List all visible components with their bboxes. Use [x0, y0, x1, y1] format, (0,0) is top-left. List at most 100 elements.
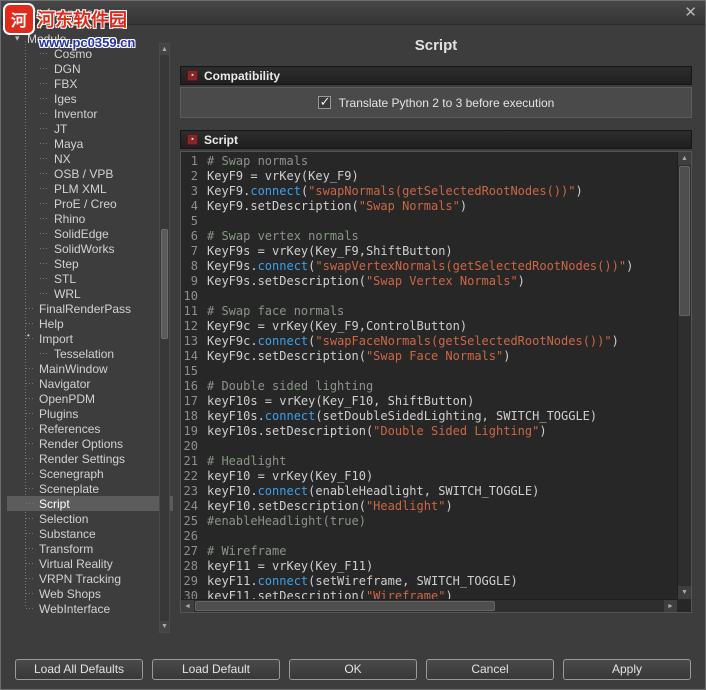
code-line[interactable]: 28 keyF11 = vrKey(Key_F11): [181, 559, 677, 574]
sidebar-item-navigator[interactable]: Navigator: [7, 376, 173, 391]
code-line[interactable]: 9 KeyF9s.setDescription("Swap Vertex Norm…: [181, 274, 677, 289]
code-line[interactable]: 29 keyF11.connect(setWireframe, SWITCH_TO…: [181, 574, 677, 589]
cancel-button[interactable]: Cancel: [426, 658, 554, 680]
code-line[interactable]: 20: [181, 439, 677, 454]
sidebar-item-rhino[interactable]: Rhino: [7, 211, 173, 226]
editor-horizontal-scrollbar[interactable]: ◄ ►: [181, 599, 677, 612]
section-marker-icon: ▪: [187, 134, 198, 145]
code-line[interactable]: 18 keyF10s.connect(setDoubleSidedLighting…: [181, 409, 677, 424]
sidebar-item-finalrenderpass[interactable]: FinalRenderPass: [7, 301, 173, 316]
code-line[interactable]: 11 # Swap face normals: [181, 304, 677, 319]
code-lines[interactable]: 1 # Swap normals 2 KeyF9 = vrKey(Key_F9) 3 Ke…: [181, 152, 677, 612]
sidebar-item-render-settings[interactable]: Render Settings: [7, 451, 173, 466]
code-line[interactable]: 23 keyF10.connect(enableHeadlight, SWITCH…: [181, 484, 677, 499]
sidebar-item-sceneplate[interactable]: Sceneplate: [7, 481, 173, 496]
sidebar-item-scenegraph[interactable]: Scenegraph: [7, 466, 173, 481]
scroll-left-icon[interactable]: ◄: [181, 600, 194, 612]
code-line[interactable]: 5: [181, 214, 677, 229]
sidebar-item-dgn[interactable]: DGN: [7, 61, 173, 76]
sidebar-item-iges[interactable]: Iges: [7, 91, 173, 106]
sidebar-item-wrl[interactable]: WRL: [7, 286, 173, 301]
code-line[interactable]: 13 KeyF9c.connect("swapFaceNormals(getSel…: [181, 334, 677, 349]
sidebar-item-solidworks[interactable]: SolidWorks: [7, 241, 173, 256]
sidebar-item-openpdm[interactable]: OpenPDM: [7, 391, 173, 406]
scroll-up-icon[interactable]: ▲: [160, 44, 169, 55]
sidebar-item-virtual-reality[interactable]: Virtual Reality: [7, 556, 173, 571]
sidebar-item-selection[interactable]: Selection: [7, 511, 173, 526]
code-text: KeyF9s = vrKey(Key_F9,ShiftButton): [207, 244, 453, 258]
code-line[interactable]: 16 # Double sided lighting: [181, 379, 677, 394]
script-code-editor[interactable]: 1 # Swap normals 2 KeyF9 = vrKey(Key_F9) 3 Ke…: [180, 151, 692, 613]
editor-hscroll-thumb[interactable]: [195, 601, 495, 611]
code-line[interactable]: 4 KeyF9.setDescription("Swap Normals"): [181, 199, 677, 214]
sidebar-item-plm-xml[interactable]: PLM XML: [7, 181, 173, 196]
sidebar-item-label: MainWindow: [39, 361, 108, 376]
expand-icon[interactable]: •: [27, 331, 30, 340]
code-line[interactable]: 7 KeyF9s = vrKey(Key_F9,ShiftButton): [181, 244, 677, 259]
sidebar-item-mainwindow[interactable]: MainWindow: [7, 361, 173, 376]
script-section-header[interactable]: ▪ Script: [180, 130, 692, 149]
sidebar-item-plugins[interactable]: Plugins: [7, 406, 173, 421]
sidebar-item-help[interactable]: Help: [7, 316, 173, 331]
code-line[interactable]: 17 keyF10s = vrKey(Key_F10, ShiftButton): [181, 394, 677, 409]
tree-scrollbar[interactable]: ▲ ▼: [159, 43, 170, 633]
sidebar-item-fbx[interactable]: FBX: [7, 76, 173, 91]
scroll-up-icon[interactable]: ▲: [678, 152, 691, 165]
code-line[interactable]: 15: [181, 364, 677, 379]
script-header-label: Script: [204, 132, 239, 147]
tree-scrollbar-thumb[interactable]: [161, 229, 168, 339]
code-line[interactable]: 1 # Swap normals: [181, 154, 677, 169]
code-line[interactable]: 3 KeyF9.connect("swapNormals(getSelectedR…: [181, 184, 677, 199]
sidebar-item-substance[interactable]: Substance: [7, 526, 173, 541]
code-text: KeyF9c = vrKey(Key_F9,ControlButton): [207, 319, 468, 333]
apply-button[interactable]: Apply: [563, 658, 691, 680]
sidebar-item-nx[interactable]: NX: [7, 151, 173, 166]
sidebar-item-osb-vpb[interactable]: OSB / VPB: [7, 166, 173, 181]
code-line[interactable]: 19 keyF10s.setDescription("Double Sided L…: [181, 424, 677, 439]
load-default-button[interactable]: Load Default: [152, 658, 280, 680]
sidebar-item-webinterface[interactable]: WebInterface: [7, 601, 173, 616]
translate-python-checkbox[interactable]: [317, 94, 331, 110]
editor-vertical-scrollbar[interactable]: ▲ ▼: [677, 152, 691, 599]
sidebar-item-label: Script: [39, 496, 70, 511]
sidebar-item-references[interactable]: References: [7, 421, 173, 436]
sidebar-item-vrpn-tracking[interactable]: VRPN Tracking: [7, 571, 173, 586]
code-line[interactable]: 21 # Headlight: [181, 454, 677, 469]
sidebar-item-import[interactable]: • Import: [7, 331, 173, 346]
sidebar-item-stl[interactable]: STL: [7, 271, 173, 286]
code-line[interactable]: 6 # Swap vertex normals: [181, 229, 677, 244]
code-line[interactable]: 14 KeyF9c.setDescription("Swap Face Norma…: [181, 349, 677, 364]
code-line[interactable]: 24 keyF10.setDescription("Headlight"): [181, 499, 677, 514]
sidebar-item-inventor[interactable]: Inventor: [7, 106, 173, 121]
compatibility-section-header[interactable]: ▪ Compatibility: [180, 66, 692, 85]
ok-button[interactable]: OK: [289, 658, 417, 680]
sidebar-item-module[interactable]: ▾ Module: [7, 31, 173, 46]
code-line[interactable]: 10: [181, 289, 677, 304]
sidebar-item-step[interactable]: Step: [7, 256, 173, 271]
close-icon[interactable]: ✕: [684, 5, 697, 20]
load-all-defaults-button[interactable]: Load All Defaults: [15, 658, 143, 680]
sidebar-item-cosmo[interactable]: Cosmo: [7, 46, 173, 61]
code-line[interactable]: 8 KeyF9s.connect("swapVertexNormals(getSe…: [181, 259, 677, 274]
sidebar-item-web-shops[interactable]: Web Shops: [7, 586, 173, 601]
code-line[interactable]: 2 KeyF9 = vrKey(Key_F9): [181, 169, 677, 184]
sidebar-item-transform[interactable]: Transform: [7, 541, 173, 556]
sidebar-item-render-options[interactable]: Render Options: [7, 436, 173, 451]
code-line[interactable]: 25 #enableHeadlight(true): [181, 514, 677, 529]
line-number: 18: [183, 409, 198, 423]
editor-vscroll-thumb[interactable]: [679, 166, 690, 316]
sidebar-item-tesselation[interactable]: Tesselation: [7, 346, 173, 361]
code-line[interactable]: 27 # Wireframe: [181, 544, 677, 559]
code-line[interactable]: 26: [181, 529, 677, 544]
sidebar-item-maya[interactable]: Maya: [7, 136, 173, 151]
code-line[interactable]: 22 keyF10 = vrKey(Key_F10): [181, 469, 677, 484]
code-line[interactable]: 12 KeyF9c = vrKey(Key_F9,ControlButton): [181, 319, 677, 334]
sidebar-item-label: DGN: [54, 61, 81, 76]
sidebar-item-proe-creo[interactable]: ProE / Creo: [7, 196, 173, 211]
scroll-right-icon[interactable]: ►: [664, 600, 677, 612]
scroll-down-icon[interactable]: ▼: [678, 586, 691, 599]
scroll-down-icon[interactable]: ▼: [160, 621, 169, 632]
sidebar-item-solidedge[interactable]: SolidEdge: [7, 226, 173, 241]
sidebar-item-script[interactable]: Script: [7, 496, 173, 511]
sidebar-item-jt[interactable]: JT: [7, 121, 173, 136]
